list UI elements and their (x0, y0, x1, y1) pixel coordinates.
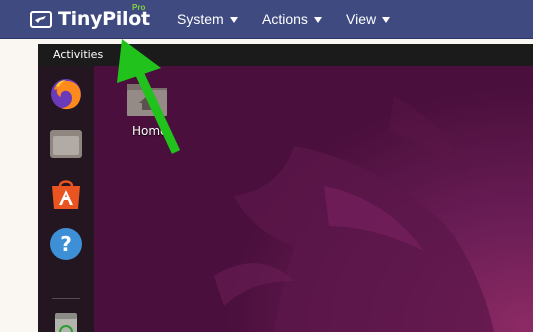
menu-actions[interactable]: Actions (262, 11, 322, 27)
ubuntu-top-bar: Activities (38, 44, 533, 66)
menu-system-label: System (177, 11, 224, 27)
svg-text:?: ? (60, 232, 72, 256)
chevron-down-icon (313, 16, 322, 23)
remote-screen[interactable]: Activities Home ? (38, 44, 533, 332)
home-folder-label: Home (132, 124, 168, 138)
chevron-down-icon (229, 16, 238, 23)
tinypilot-navbar: TinyPilot Pro System Actions View (0, 0, 533, 39)
help-icon[interactable]: ? (48, 226, 84, 262)
desktop-wallpaper: Home (94, 66, 533, 332)
tinypilot-logo-icon (30, 10, 52, 28)
dock-separator (52, 298, 80, 299)
menu-actions-label: Actions (262, 11, 308, 27)
app-center-icon[interactable] (48, 176, 84, 212)
files-icon[interactable] (48, 126, 84, 162)
chevron-down-icon (382, 16, 391, 23)
activities-button[interactable]: Activities (53, 48, 103, 61)
firefox-icon[interactable] (48, 76, 84, 112)
ubuntu-dock: ? (38, 66, 94, 332)
menu-view-label: View (346, 11, 377, 27)
pro-badge: Pro (132, 3, 146, 12)
menu-view[interactable]: View (346, 11, 391, 27)
trash-icon[interactable] (48, 310, 84, 332)
home-folder-icon[interactable] (124, 78, 170, 118)
menu-system[interactable]: System (177, 11, 238, 27)
